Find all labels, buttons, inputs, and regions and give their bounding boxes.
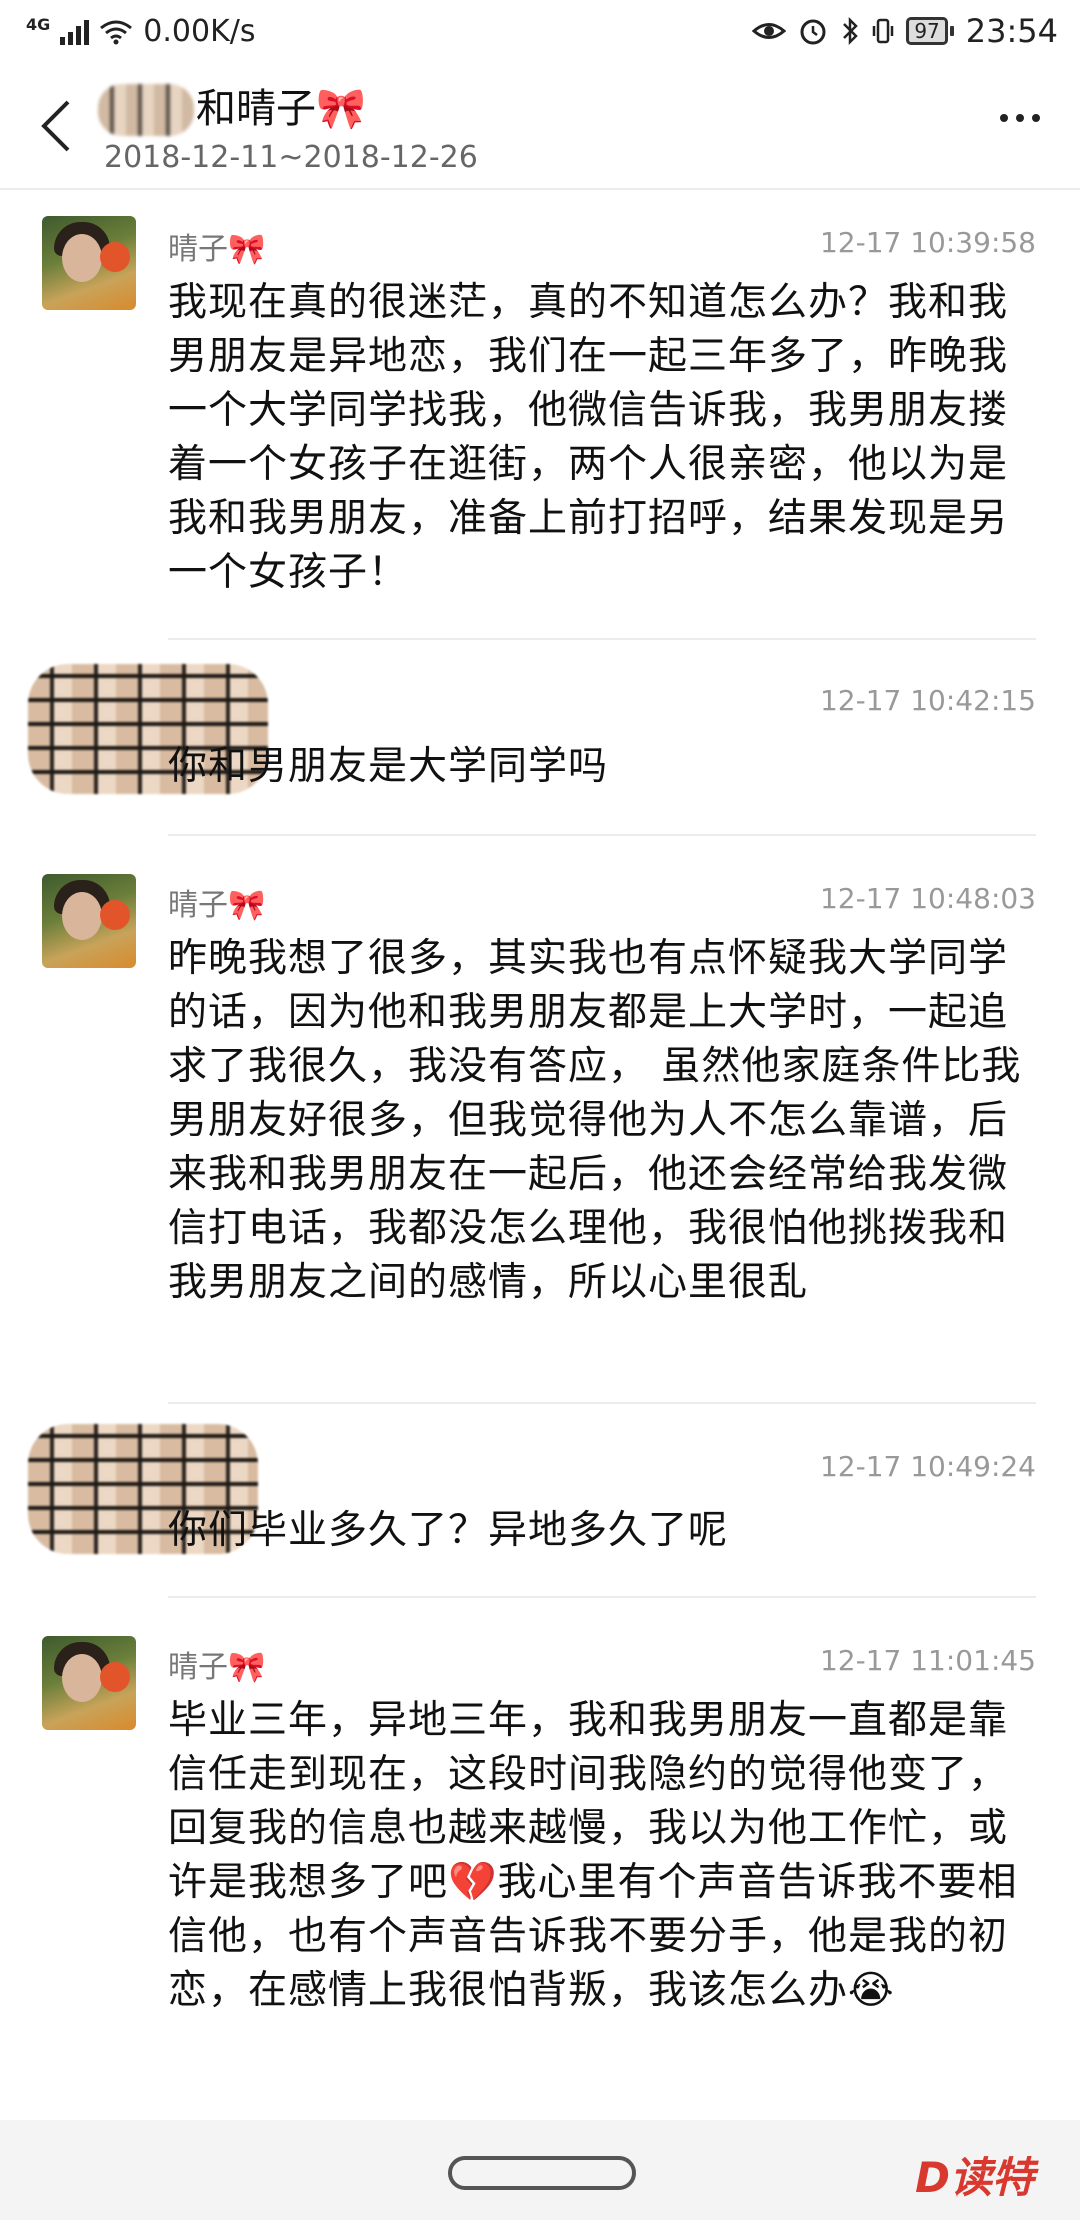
chat-header: 和晴子🎀 2018-12-11~2018-12-26: [0, 62, 1080, 190]
sender-name: 晴子🎀: [168, 232, 266, 267]
message-text: 昨晚我想了很多，其实我也有点怀疑我大学同学的话，因为他和我男朋友都是上大学时，一…: [168, 936, 1022, 1305]
message-text: 你们毕业多久了？异地多久了呢: [168, 1508, 729, 1553]
home-gesture-bar[interactable]: [448, 2156, 636, 2190]
status-left: 4G 0.00K/s: [26, 14, 255, 49]
battery-icon: 97: [906, 17, 954, 45]
blurred-username: [98, 84, 194, 136]
bluetooth-icon: [843, 16, 859, 46]
network-type: 4G: [26, 15, 51, 34]
more-options-button[interactable]: [1000, 114, 1040, 122]
message-item: 12-17 10:49:24 你们毕业多久了？异地多久了呢: [0, 1404, 1080, 1596]
message-text: 你和男朋友是大学同学吗: [168, 744, 609, 789]
message-item: 晴子🎀 12-17 10:39:58 我现在真的很迷茫，真的不知道怎么办？我和我…: [0, 188, 1080, 638]
message-time: 12-17 10:42:15: [819, 684, 1036, 717]
message-item: 晴子🎀 12-17 10:48:03 昨晚我想了很多，其实我也有点怀疑我大学同学…: [0, 836, 1080, 1402]
alarm-icon: [800, 19, 826, 45]
message-time: 12-17 11:01:45: [819, 1644, 1036, 1677]
sender-name: 晴子🎀: [168, 888, 266, 923]
chat-title: 和晴子🎀: [196, 86, 366, 132]
status-bar: 4G 0.00K/s 97 23:54: [0, 0, 1080, 62]
message-time: 12-17 10:39:58: [819, 226, 1036, 259]
message-text: 毕业三年，异地三年，我和我男朋友一直都是靠信任走到现在，这段时间我隐约的觉得他变…: [168, 1698, 1018, 2013]
message-text: 我现在真的很迷茫，真的不知道怎么办？我和我男朋友是异地恋，我们在一起三年多了，昨…: [168, 280, 1009, 595]
date-range: 2018-12-11~2018-12-26: [104, 140, 478, 175]
message-item: 晴子🎀 12-17 11:01:45 毕业三年，异地三年，我和我男朋友一直都是靠…: [0, 1598, 1080, 2118]
eye-comfort-icon: [752, 23, 787, 39]
network-speed: 0.00K/s: [143, 14, 256, 49]
battery-level: 97: [906, 17, 948, 45]
message-item: 12-17 10:42:15 你和男朋友是大学同学吗: [0, 640, 1080, 834]
avatar[interactable]: [42, 216, 136, 310]
vibrate-icon: [873, 18, 894, 44]
status-right: 97 23:54: [752, 12, 1058, 50]
back-arrow-icon[interactable]: [34, 96, 78, 156]
watermark-logo: D读特: [915, 2153, 1034, 2202]
message-time: 12-17 10:49:24: [819, 1450, 1036, 1483]
signal-icon: [60, 19, 90, 45]
sender-name: 晴子🎀: [168, 1650, 266, 1685]
avatar[interactable]: [42, 874, 136, 968]
system-nav-bar: D读特: [0, 2120, 1080, 2220]
message-time: 12-17 10:48:03: [819, 882, 1036, 915]
clock: 23:54: [965, 12, 1058, 50]
wifi-icon: [100, 20, 133, 44]
avatar[interactable]: [42, 1636, 136, 1730]
